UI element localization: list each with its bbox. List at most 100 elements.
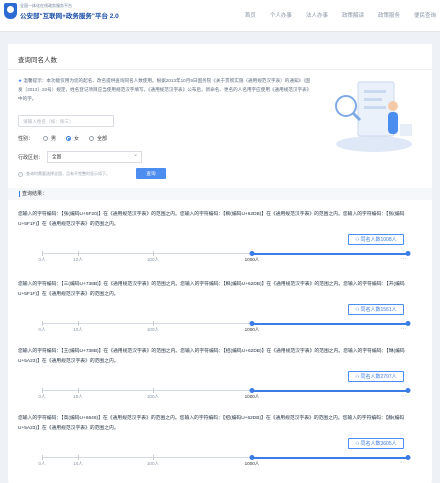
name-search-input[interactable] <box>18 115 114 127</box>
count-scale: 0人 10人 100人 1000人 ··· <box>38 387 411 399</box>
search-illustration-icon <box>335 81 412 152</box>
ellipsis-icon: ··· <box>401 460 406 466</box>
scale-tick <box>42 321 43 326</box>
scale-active-track <box>252 253 408 255</box>
scale-tick-label: 10人 <box>73 394 83 399</box>
count-label: 同名人数2797人 <box>360 374 397 380</box>
gender-radio-all[interactable] <box>89 136 95 141</box>
result-text: 您输入的字符编码：【高(编码U+6648)】在《通用规范汉字表》的范围之内。您输… <box>18 416 405 431</box>
scale-tick <box>42 388 43 393</box>
notice-body: 温馨提示：本功能仅用为您的起名、改名提供查询同名人数使用。根据2013年10月9… <box>18 78 312 101</box>
query-button[interactable]: 查询 <box>136 168 166 179</box>
star-icon: ★ <box>18 78 23 83</box>
scale-tick-label: 0人 <box>38 257 46 262</box>
site-header: 全国一体化在线政务服务平台 公安部"互联网+政务服务"平台 2.0 首页 个人办… <box>0 0 440 32</box>
scale-tick-label: 1000人 <box>244 327 260 332</box>
gender-radio-female[interactable] <box>66 136 72 141</box>
scale-tick-label: 100人 <box>146 461 160 466</box>
nav-home[interactable]: 首页 <box>245 11 256 19</box>
scale-tick <box>78 321 79 326</box>
user-icon: ⚇ <box>355 441 360 446</box>
gender-label: 性别： <box>18 136 34 142</box>
count-label: 同名人数1561人 <box>360 307 397 313</box>
scale-tick-label: 0人 <box>38 394 46 399</box>
scale-tick-label: 0人 <box>38 327 46 332</box>
nav-convenience[interactable]: 便民查询 <box>414 11 436 19</box>
query-panel: 查询同名人数 ★ 温馨提示：本功能仅用为您的起名、改名提供查询同名人数使用。根据… <box>8 44 432 483</box>
scale-tick <box>153 251 154 256</box>
hint-text: 查询时需要选择全国，且有不完整时显示如下。 <box>26 171 110 176</box>
scale-tick <box>78 455 79 460</box>
scale-current-node <box>249 320 255 326</box>
gender-selector: 性别： 男 女 全部 <box>18 135 107 142</box>
same-name-count-button[interactable]: ⚇同名人数2797人 <box>348 371 404 382</box>
gender-option-female[interactable]: 女 <box>74 135 79 142</box>
gender-radio-male[interactable] <box>43 136 49 141</box>
scale-tick-label: 100人 <box>146 327 160 332</box>
scale-tick <box>153 321 154 326</box>
count-scale: 0人 10人 100人 1000人 ··· <box>38 320 411 332</box>
region-dropdown[interactable]: 全国 <box>47 150 143 163</box>
info-icon: i <box>18 171 23 177</box>
scale-current-node <box>249 454 255 460</box>
ellipsis-icon: ··· <box>401 326 406 332</box>
region-label: 行政区划： <box>18 154 44 161</box>
scale-tick-label: 10人 <box>73 461 83 466</box>
scale-end-node <box>405 250 411 256</box>
nav-personal[interactable]: 个人办事 <box>270 11 292 19</box>
result-text: 您输入的字符编码：【三(编码U+738B)】在《通用规范汉字表》的范围之内。您输… <box>18 282 405 297</box>
same-name-count-button[interactable]: ⚇同名人数3605人 <box>348 438 404 449</box>
scale-current-node <box>249 387 255 393</box>
scale-tick <box>153 388 154 393</box>
police-badge-icon[interactable] <box>4 3 17 19</box>
scale-active-track <box>252 323 408 325</box>
gender-option-male[interactable]: 男 <box>51 135 56 142</box>
ellipsis-icon: ··· <box>401 393 406 399</box>
result-text: 您输入的字符编码：【王(编码U+738B)】在《通用规范汉字表》的范围之内。您输… <box>18 349 405 364</box>
count-scale: 0人 10人 100人 1000人 ··· <box>38 454 411 466</box>
scale-end-node <box>405 320 411 326</box>
scale-tick <box>78 251 79 256</box>
nav-service[interactable]: 政策服务 <box>378 11 400 19</box>
scale-tick <box>42 251 43 256</box>
scale-active-track <box>252 457 408 459</box>
top-nav: 首页 个人办事 法人办事 政策解读 政策服务 便民查询 <box>231 11 436 19</box>
gender-option-all[interactable]: 全部 <box>97 135 107 142</box>
result-text: 您输入的字符编码：【张(编码U+5F20)】在《通用规范汉字表》的范围之内。您输… <box>18 212 405 227</box>
scale-tick-label: 10人 <box>73 257 83 262</box>
brand-subtitle: 全国一体化在线政务服务平台 <box>20 3 72 8</box>
count-label: 同名人数3605人 <box>360 441 397 447</box>
page-title: 查询同名人数 <box>18 57 57 64</box>
user-icon: ⚇ <box>355 374 360 379</box>
scale-tick-label: 1000人 <box>244 394 260 399</box>
user-icon: ⚇ <box>355 237 360 242</box>
count-scale: 0人 10人 100人 1000人 ··· <box>38 250 411 262</box>
results-header <box>8 188 432 200</box>
scale-tick <box>42 455 43 460</box>
count-label: 同名人数1008人 <box>360 237 397 243</box>
notice-text: ★ 温馨提示：本功能仅用为您的起名、改名提供查询同名人数使用。根据2013年10… <box>18 76 314 103</box>
scale-tick-label: 0人 <box>38 461 46 466</box>
region-selector: 行政区划： 全国 <box>18 150 143 163</box>
scale-current-node <box>249 250 255 256</box>
scale-tick-label: 1000人 <box>244 461 260 466</box>
scale-tick-label: 1000人 <box>244 257 260 262</box>
scale-tick <box>153 455 154 460</box>
results-label: 查询结果： <box>19 191 47 197</box>
ellipsis-icon: ··· <box>401 256 406 262</box>
same-name-count-button[interactable]: ⚇同名人数1008人 <box>348 234 404 245</box>
divider <box>8 69 432 70</box>
user-icon: ⚇ <box>355 307 360 312</box>
scale-active-track <box>252 390 408 392</box>
scale-tick-label: 10人 <box>73 327 83 332</box>
scale-tick-label: 100人 <box>146 257 160 262</box>
scale-tick <box>78 388 79 393</box>
same-name-count-button[interactable]: ⚇同名人数1561人 <box>348 304 404 315</box>
query-hint: i 查询时需要选择全国，且有不完整时显示如下。 <box>18 171 110 177</box>
brand-title[interactable]: 公安部"互联网+政务服务"平台 2.0 <box>20 10 119 20</box>
nav-policy[interactable]: 政策解读 <box>342 11 364 19</box>
nav-corporate[interactable]: 法人办事 <box>306 11 328 19</box>
scale-end-node <box>405 454 411 460</box>
scale-tick-label: 100人 <box>146 394 160 399</box>
scale-end-node <box>405 387 411 393</box>
